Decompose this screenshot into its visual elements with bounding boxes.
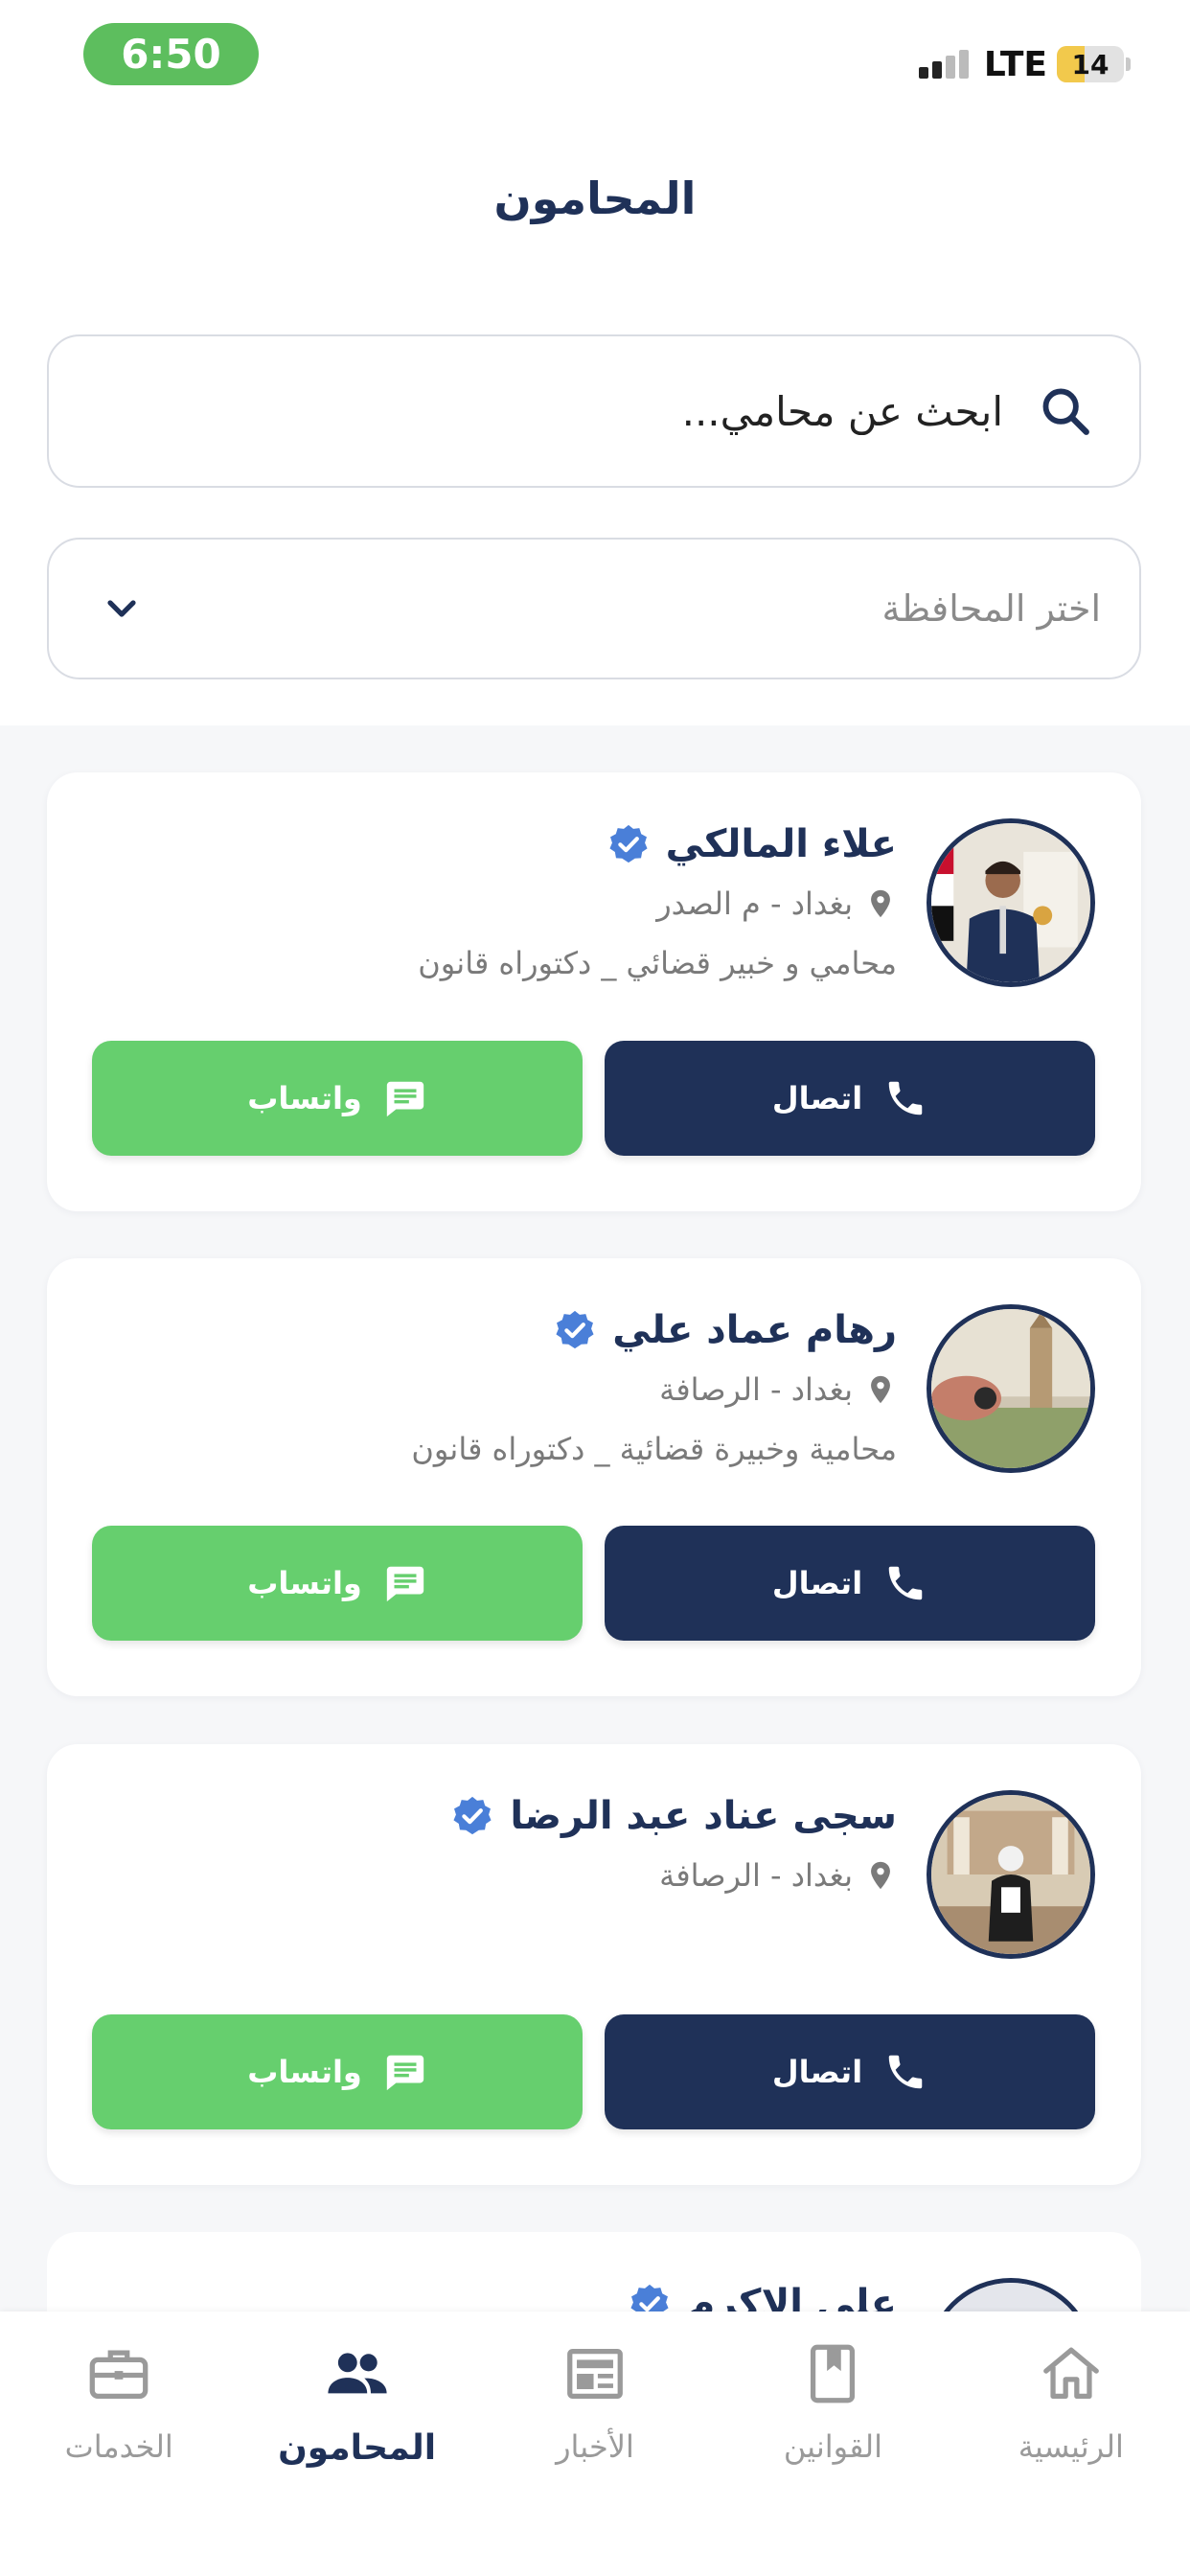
battery-level: 14 bbox=[1071, 48, 1110, 80]
status-time: 6:50 bbox=[83, 23, 259, 85]
nav-item-lawyers[interactable]: المحامون bbox=[238, 2312, 475, 2576]
whatsapp-button-label: واتساب bbox=[247, 1080, 362, 1116]
battery-tip bbox=[1126, 58, 1131, 71]
lawyer-location: بغداد - م الصدر bbox=[656, 886, 853, 922]
lawyer-info: رهام عماد علي بغداد - الرصافة محامية وخب… bbox=[411, 1308, 897, 1467]
phone-icon bbox=[888, 2055, 923, 2089]
lawyer-card[interactable]: علاء المالكي بغداد - م الصدر محامي و خبي… bbox=[47, 772, 1141, 1211]
verified-icon bbox=[556, 1310, 594, 1349]
call-button[interactable]: اتصال bbox=[605, 1041, 1095, 1156]
nav-label: القوانين bbox=[783, 2428, 882, 2465]
nav-item-laws[interactable]: القوانين bbox=[714, 2312, 951, 2576]
nav-label: المحامون bbox=[278, 2428, 437, 2468]
lawyer-location: بغداد - الرصافة bbox=[659, 1857, 853, 1894]
verified-icon bbox=[453, 1796, 492, 1835]
network-type: LTE bbox=[983, 44, 1047, 84]
lawyer-location: بغداد - الرصافة bbox=[659, 1371, 853, 1408]
signal-icon bbox=[918, 50, 969, 79]
message-icon bbox=[386, 1566, 423, 1602]
whatsapp-button-label: واتساب bbox=[247, 2054, 362, 2090]
verified-icon bbox=[609, 824, 648, 863]
message-icon bbox=[386, 2055, 423, 2091]
nav-item-services[interactable]: الخدمات bbox=[0, 2312, 238, 2576]
lawyer-info: سجى عناد عبد الرضا بغداد - الرصافة bbox=[450, 1794, 897, 1894]
avatar-photo bbox=[931, 1309, 1090, 1468]
province-select[interactable]: اختر المحافظة bbox=[47, 538, 1141, 679]
phone-icon bbox=[888, 1081, 923, 1116]
lawyer-avatar[interactable] bbox=[927, 1790, 1095, 1959]
whatsapp-button-label: واتساب bbox=[247, 1565, 362, 1601]
nav-label: الرئيسية bbox=[1018, 2428, 1124, 2465]
call-button-label: اتصال bbox=[771, 1565, 863, 1601]
location-pin-icon bbox=[871, 1375, 890, 1404]
chevron-down-icon bbox=[107, 600, 136, 617]
search-icon[interactable] bbox=[1038, 383, 1093, 439]
bottom-nav: الرئيسية القوانين الأخبار المحامون الخدم… bbox=[0, 2312, 1190, 2576]
lawyer-info: علاء المالكي بغداد - م الصدر محامي و خبي… bbox=[418, 822, 897, 981]
location-pin-icon bbox=[871, 889, 890, 918]
lawyer-name: علاء المالكي bbox=[665, 822, 897, 866]
call-button-label: اتصال bbox=[771, 2054, 863, 2090]
whatsapp-button[interactable]: واتساب bbox=[92, 1526, 583, 1641]
home-icon bbox=[1042, 2347, 1099, 2399]
nav-label: الأخبار bbox=[556, 2428, 634, 2465]
call-button[interactable]: اتصال bbox=[605, 1526, 1095, 1641]
newspaper-icon bbox=[567, 2349, 623, 2399]
lawyer-name: رهام عماد علي bbox=[612, 1308, 897, 1352]
whatsapp-button[interactable]: واتساب bbox=[92, 2014, 583, 2129]
avatar-photo bbox=[931, 823, 1090, 982]
people-icon bbox=[327, 2353, 387, 2394]
location-pin-icon bbox=[871, 1861, 890, 1890]
lawyer-description: محامي و خبير قضائي _ دكتوراه قانون bbox=[418, 945, 897, 981]
phone-icon bbox=[888, 1566, 923, 1600]
battery-icon: 14 bbox=[1057, 46, 1124, 82]
lawyer-card[interactable]: رهام عماد علي بغداد - الرصافة محامية وخب… bbox=[47, 1258, 1141, 1696]
lawyer-avatar[interactable] bbox=[927, 818, 1095, 987]
status-indicators: LTE 14 bbox=[918, 42, 1131, 86]
book-icon bbox=[811, 2344, 856, 2404]
lawyer-avatar[interactable] bbox=[927, 1304, 1095, 1473]
briefcase-icon bbox=[89, 2350, 149, 2399]
lawyer-card[interactable]: سجى عناد عبد الرضا بغداد - الرصافة اتصال bbox=[47, 1744, 1141, 2185]
whatsapp-button[interactable]: واتساب bbox=[92, 1041, 583, 1156]
call-button-label: اتصال bbox=[771, 1080, 863, 1116]
avatar-photo bbox=[931, 1795, 1090, 1954]
nav-label: الخدمات bbox=[64, 2428, 173, 2465]
search-input[interactable] bbox=[95, 386, 1005, 436]
nav-item-home[interactable]: الرئيسية bbox=[952, 2312, 1190, 2576]
search-box[interactable] bbox=[47, 334, 1141, 488]
call-button[interactable]: اتصال bbox=[605, 2014, 1095, 2129]
message-icon bbox=[386, 1081, 423, 1117]
lawyer-description: محامية وخبيرة قضائية _ دكتوراه قانون bbox=[411, 1431, 897, 1467]
province-select-placeholder: اختر المحافظة bbox=[881, 587, 1101, 630]
nav-item-news[interactable]: الأخبار bbox=[476, 2312, 714, 2576]
page-title: المحامون bbox=[493, 172, 697, 224]
lawyer-name: سجى عناد عبد الرضا bbox=[510, 1794, 897, 1838]
